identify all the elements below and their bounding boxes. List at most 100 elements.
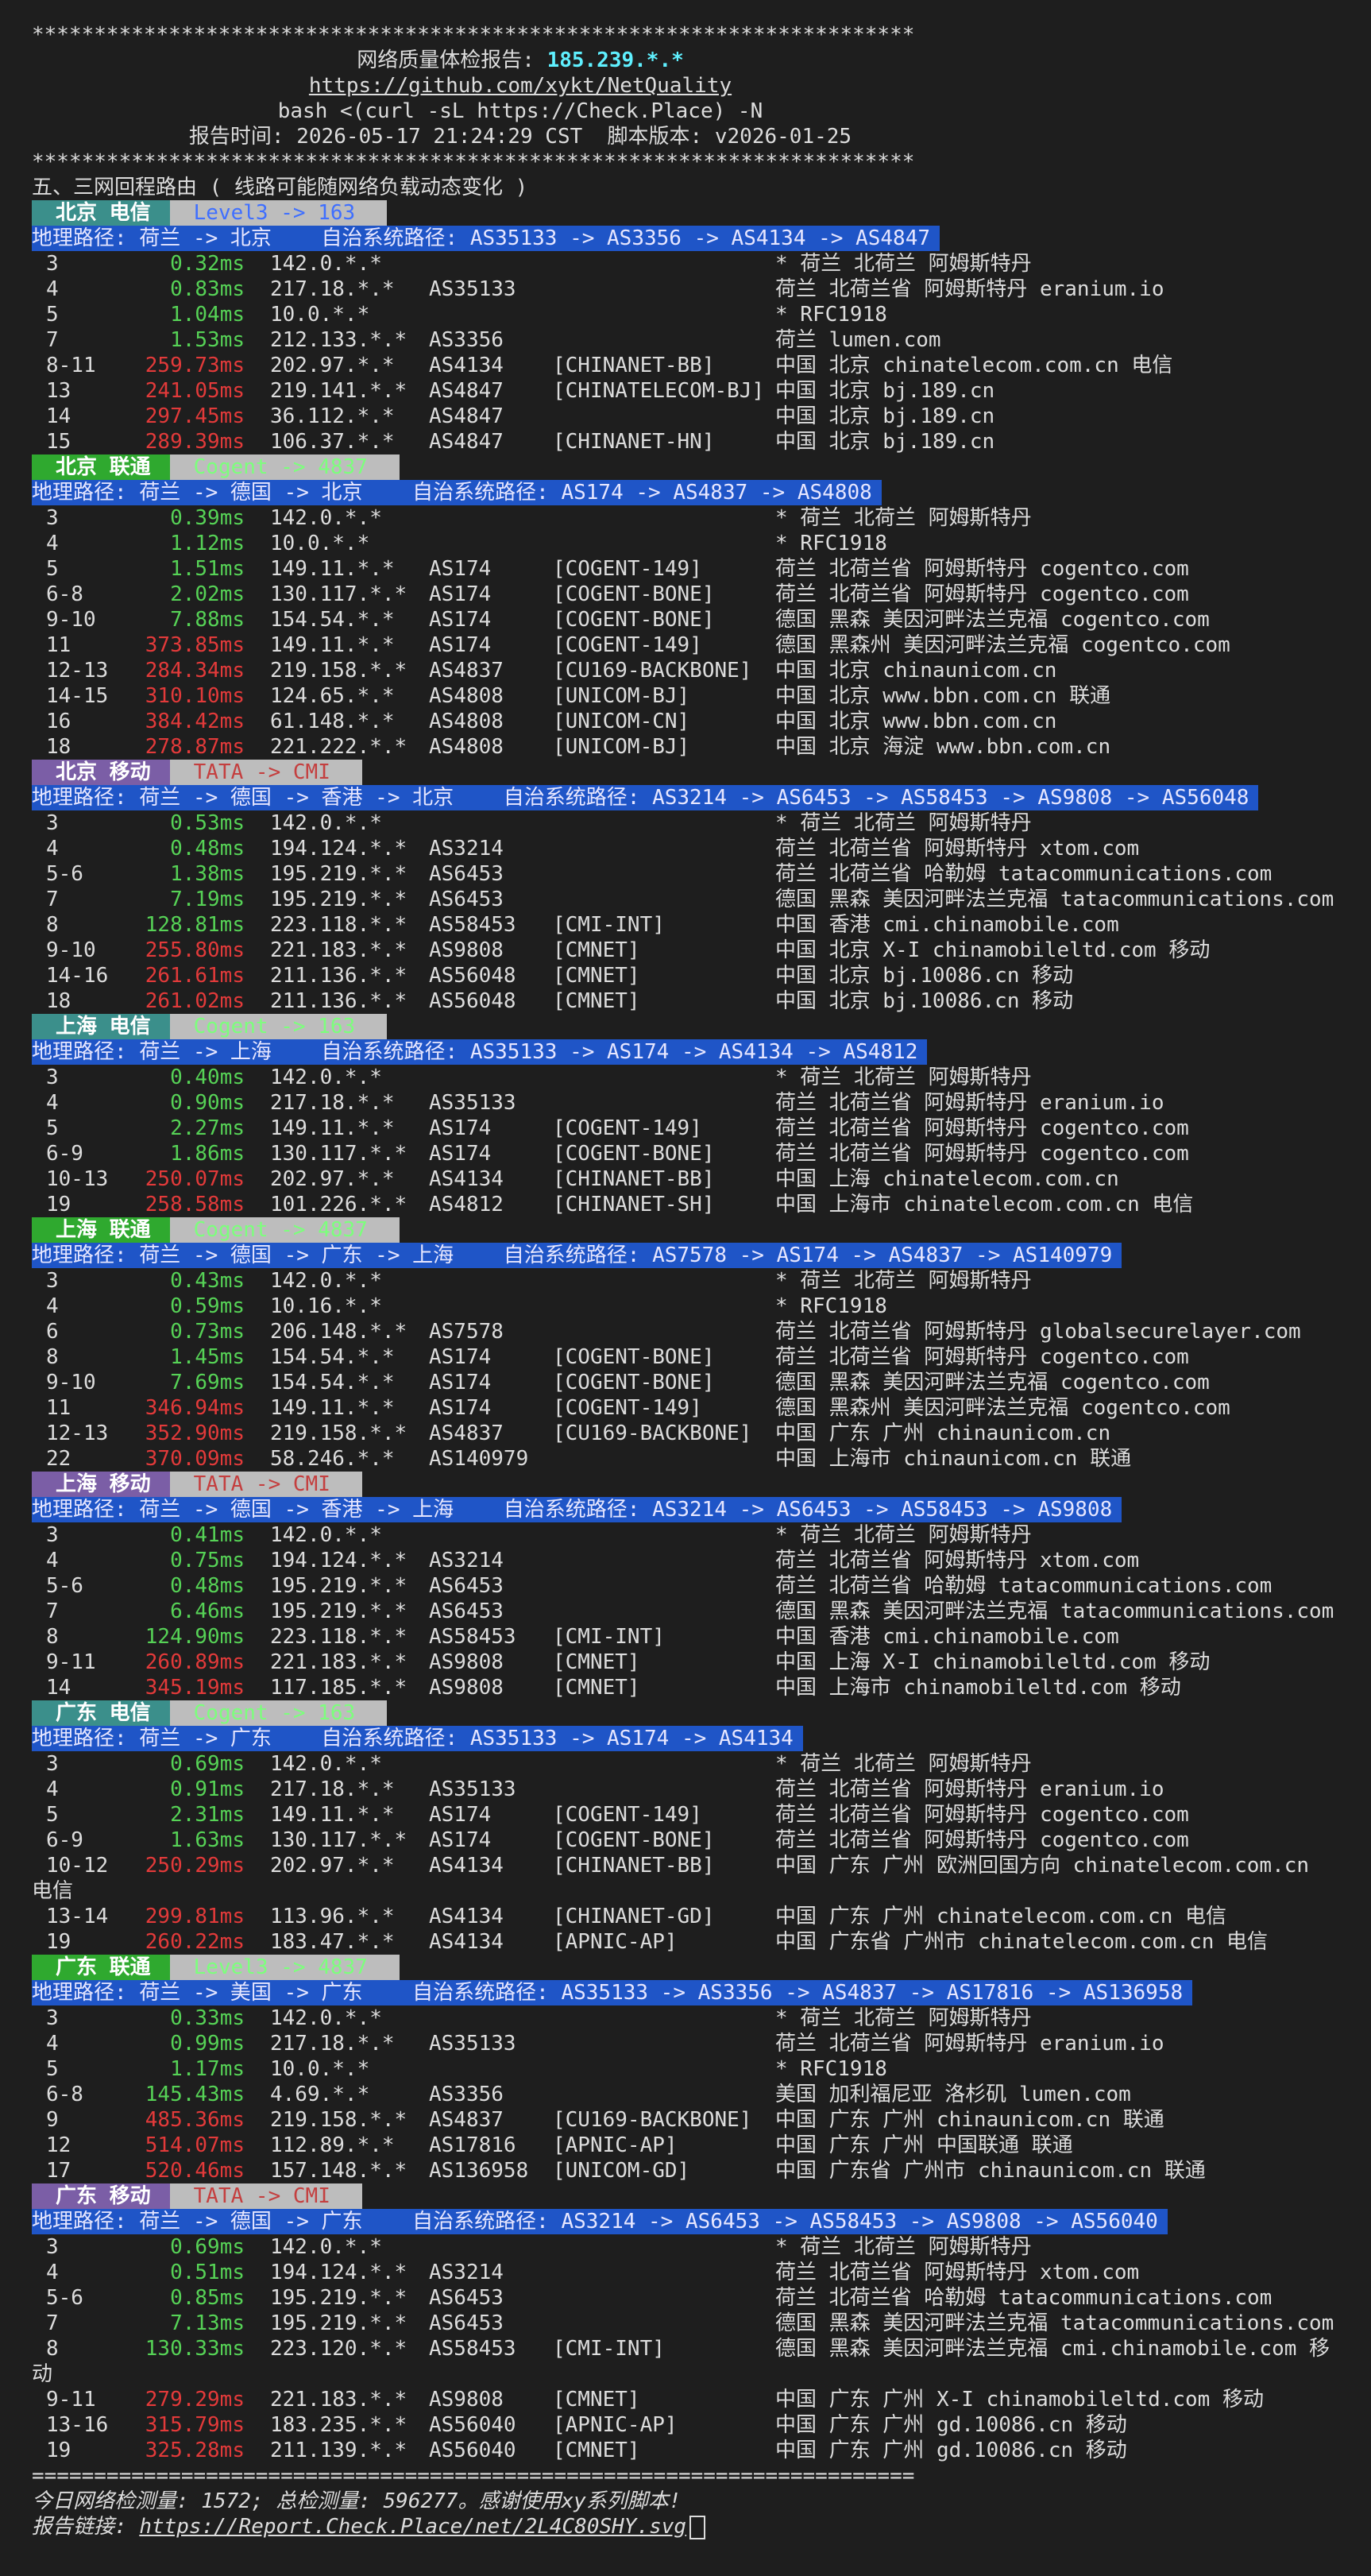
geo-path-line: 地理路径: 荷兰 -> 德国 -> 香港 -> 北京 自治系统路径: AS321… bbox=[32, 785, 1366, 810]
geo-path: 地理路径: 荷兰 -> 德国 -> 香港 -> 北京 自治系统路径: AS321… bbox=[32, 785, 1259, 810]
hop-asn: AS4134 bbox=[429, 1167, 504, 1191]
hop-network: [COGENT-149] bbox=[553, 633, 702, 657]
hop-latency: 297.45ms bbox=[145, 404, 245, 428]
hop-latency: 0.91ms bbox=[170, 1777, 245, 1801]
hop-network: [CHINATELECOM-BJ] bbox=[553, 379, 765, 403]
hop-location: 荷兰 北荷兰省 阿姆斯特丹 cogentco.com bbox=[775, 1345, 1189, 1369]
stars-top: ****************************************… bbox=[32, 23, 915, 47]
hop-network: [CMI-INT] bbox=[553, 2337, 665, 2361]
hop-ip: 154.54.*.* bbox=[270, 1345, 395, 1369]
hop-latency: 1.17ms bbox=[170, 2057, 245, 2081]
hop-ip: 36.112.*.* bbox=[270, 404, 395, 428]
hop-location: 中国 北京 chinaunicom.cn bbox=[775, 659, 1057, 683]
hop-location: 荷兰 北荷兰省 哈勒姆 tatacommunications.com bbox=[775, 1574, 1273, 1598]
hop-network: [CMNET] bbox=[553, 938, 640, 962]
hop-ip: 223.118.*.* bbox=[270, 1625, 407, 1649]
hop-row: 4 0.48ms 194.124.*.* AS3214 荷兰 北荷兰省 阿姆斯特丹 xt… bbox=[32, 836, 1366, 861]
route-header: 上海 电信 Cogent -> 163 bbox=[32, 1014, 1366, 1039]
route-provider: Level3 -> 4837 bbox=[169, 1955, 400, 1980]
hop-latency: 2.27ms bbox=[170, 1116, 245, 1140]
hop-latency: 258.58ms bbox=[145, 1193, 245, 1216]
hop-ip: 195.219.*.* bbox=[270, 2286, 407, 2310]
hop-asn: AS6453 bbox=[429, 888, 504, 911]
hop-network: [COGENT-149] bbox=[553, 1803, 702, 1827]
hop-location: 中国 北京 www.bbn.com.cn bbox=[775, 710, 1057, 733]
hop-network: [CHINANET-GD] bbox=[553, 1905, 715, 1928]
hop-location: 中国 广东 广州 gd.10086.cn 移动 bbox=[775, 2439, 1127, 2462]
hop-number: 4 bbox=[46, 532, 59, 555]
hop-ip: 149.11.*.* bbox=[270, 1396, 395, 1420]
hop-row: 3 0.32ms 142.0.*.* * 荷兰 北荷兰 阿姆斯特丹 bbox=[32, 251, 1366, 277]
hop-location: 德国 黑森 美因河畔法兰克福 cogentco.com bbox=[775, 608, 1210, 632]
hop-latency: 485.36ms bbox=[145, 2108, 245, 2132]
hop-asn: AS174 bbox=[429, 582, 492, 606]
hop-asn: AS56048 bbox=[429, 989, 516, 1013]
geo-path: 地理路径: 荷兰 -> 德国 -> 香港 -> 上海 自治系统路径: AS321… bbox=[32, 1497, 1122, 1522]
hop-asn: AS3356 bbox=[429, 328, 504, 352]
hop-ip: 217.18.*.* bbox=[270, 1777, 395, 1801]
hop-location: * 荷兰 北荷兰 阿姆斯特丹 bbox=[775, 1752, 1032, 1776]
hop-latency: 284.34ms bbox=[145, 659, 245, 683]
hop-row: 7 1.53ms 212.133.*.* AS3356 荷兰 lumen.com bbox=[32, 327, 1366, 353]
hop-network: [COGENT-BONE] bbox=[553, 1371, 715, 1394]
hop-latency: 289.39ms bbox=[145, 430, 245, 454]
command-line: bash <(curl -sL https://Check.Place) -N bbox=[277, 99, 763, 123]
hop-number: 7 bbox=[46, 888, 59, 911]
hop-row: 3 0.33ms 142.0.*.* * 荷兰 北荷兰 阿姆斯特丹 bbox=[32, 2005, 1366, 2031]
hop-location: * 荷兰 北荷兰 阿姆斯特丹 bbox=[775, 1066, 1032, 1089]
hop-latency: 1.38ms bbox=[170, 862, 245, 886]
hop-ip: 101.226.*.* bbox=[270, 1193, 407, 1216]
hop-ip: 221.183.*.* bbox=[270, 2388, 407, 2412]
hop-latency: 241.05ms bbox=[145, 379, 245, 403]
hop-ip: 195.219.*.* bbox=[270, 2311, 407, 2335]
hop-location: 荷兰 北荷兰省 阿姆斯特丹 eranium.io bbox=[775, 2032, 1164, 2056]
repo-link[interactable]: https://github.com/xykt/NetQuality bbox=[309, 74, 732, 98]
hop-ip: 142.0.*.* bbox=[270, 2006, 382, 2030]
report-link[interactable]: https://Report.Check.Place/net/2L4C80SHY… bbox=[139, 2515, 686, 2539]
hop-row: 6-8 2.02ms 130.117.*.* AS174 [COGENT-BONE] 荷兰… bbox=[32, 582, 1366, 607]
hop-row: 11 373.85ms 149.11.*.* AS174 [COGENT-149] 德国 … bbox=[32, 632, 1366, 658]
hop-network: [CMNET] bbox=[553, 1676, 640, 1700]
hop-network: [COGENT-BONE] bbox=[553, 582, 715, 606]
hop-number: 4 bbox=[46, 2261, 59, 2284]
hop-latency: 250.07ms bbox=[145, 1167, 245, 1191]
hop-asn: AS140979 bbox=[429, 1447, 529, 1471]
hop-location: 中国 广东 广州 gd.10086.cn 移动 bbox=[775, 2413, 1127, 2437]
hop-ip: 202.97.*.* bbox=[270, 354, 395, 377]
hop-network: [CU169-BACKBONE] bbox=[553, 1421, 752, 1445]
hop-ip: 130.117.*.* bbox=[270, 582, 407, 606]
hop-latency: 370.09ms bbox=[145, 1447, 245, 1471]
hop-location: 中国 上海 X-I chinamobileltd.com 移动 bbox=[775, 1650, 1211, 1674]
hop-latency: 514.07ms bbox=[145, 2133, 245, 2157]
hop-latency: 250.29ms bbox=[145, 1854, 245, 1878]
hop-asn: AS4134 bbox=[429, 1930, 504, 1954]
hop-row: 9-10 7.69ms 154.54.*.* AS174 [COGENT-BONE] 德国… bbox=[32, 1370, 1366, 1395]
hop-location: 中国 广东 广州 X-I chinamobileltd.com 移动 bbox=[775, 2388, 1264, 2412]
hop-number: 4 bbox=[46, 2032, 59, 2056]
hop-row: 3 0.39ms 142.0.*.* * 荷兰 北荷兰 阿姆斯特丹 bbox=[32, 505, 1366, 531]
hop-ip: 10.0.*.* bbox=[270, 303, 370, 327]
hop-ip: 142.0.*.* bbox=[270, 1269, 382, 1293]
hop-ip: 195.219.*.* bbox=[270, 862, 407, 886]
hop-latency: 6.46ms bbox=[170, 1599, 245, 1623]
hop-number: 3 bbox=[46, 252, 59, 276]
hop-location: 中国 北京 X-I chinamobileltd.com 移动 bbox=[775, 938, 1211, 962]
hop-asn: AS136958 bbox=[429, 2159, 529, 2183]
hop-number: 4 bbox=[46, 1777, 59, 1801]
terminal-cursor bbox=[689, 2515, 706, 2539]
hop-row: 3 0.69ms 142.0.*.* * 荷兰 北荷兰 阿姆斯特丹 bbox=[32, 2234, 1366, 2260]
hop-asn: AS56040 bbox=[429, 2439, 516, 2462]
section-title: 五、三网回程路由 ( 线路可能随网络负载动态变化 ) bbox=[32, 176, 528, 199]
hop-network: [COGENT-149] bbox=[553, 557, 702, 581]
hop-location: * RFC1918 bbox=[775, 532, 887, 555]
hop-location: 中国 广东 广州 欧洲回国方向 chinatelecom.com.cn bbox=[775, 1854, 1310, 1878]
route-label: 广东 移动 bbox=[32, 2183, 170, 2209]
hop-asn: AS174 bbox=[429, 608, 492, 632]
hop-row: 4 0.90ms 217.18.*.* AS35133 荷兰 北荷兰省 阿姆斯特丹 er… bbox=[32, 1090, 1366, 1116]
hop-asn: AS7578 bbox=[429, 1320, 504, 1344]
geo-path-line: 地理路径: 荷兰 -> 德国 -> 北京 自治系统路径: AS174 -> AS… bbox=[32, 480, 1366, 505]
hop-number: 13 bbox=[46, 379, 71, 403]
hop-ip: 149.11.*.* bbox=[270, 557, 395, 581]
hop-location: * 荷兰 北荷兰 阿姆斯特丹 bbox=[775, 1269, 1032, 1293]
hop-asn: AS4134 bbox=[429, 354, 504, 377]
